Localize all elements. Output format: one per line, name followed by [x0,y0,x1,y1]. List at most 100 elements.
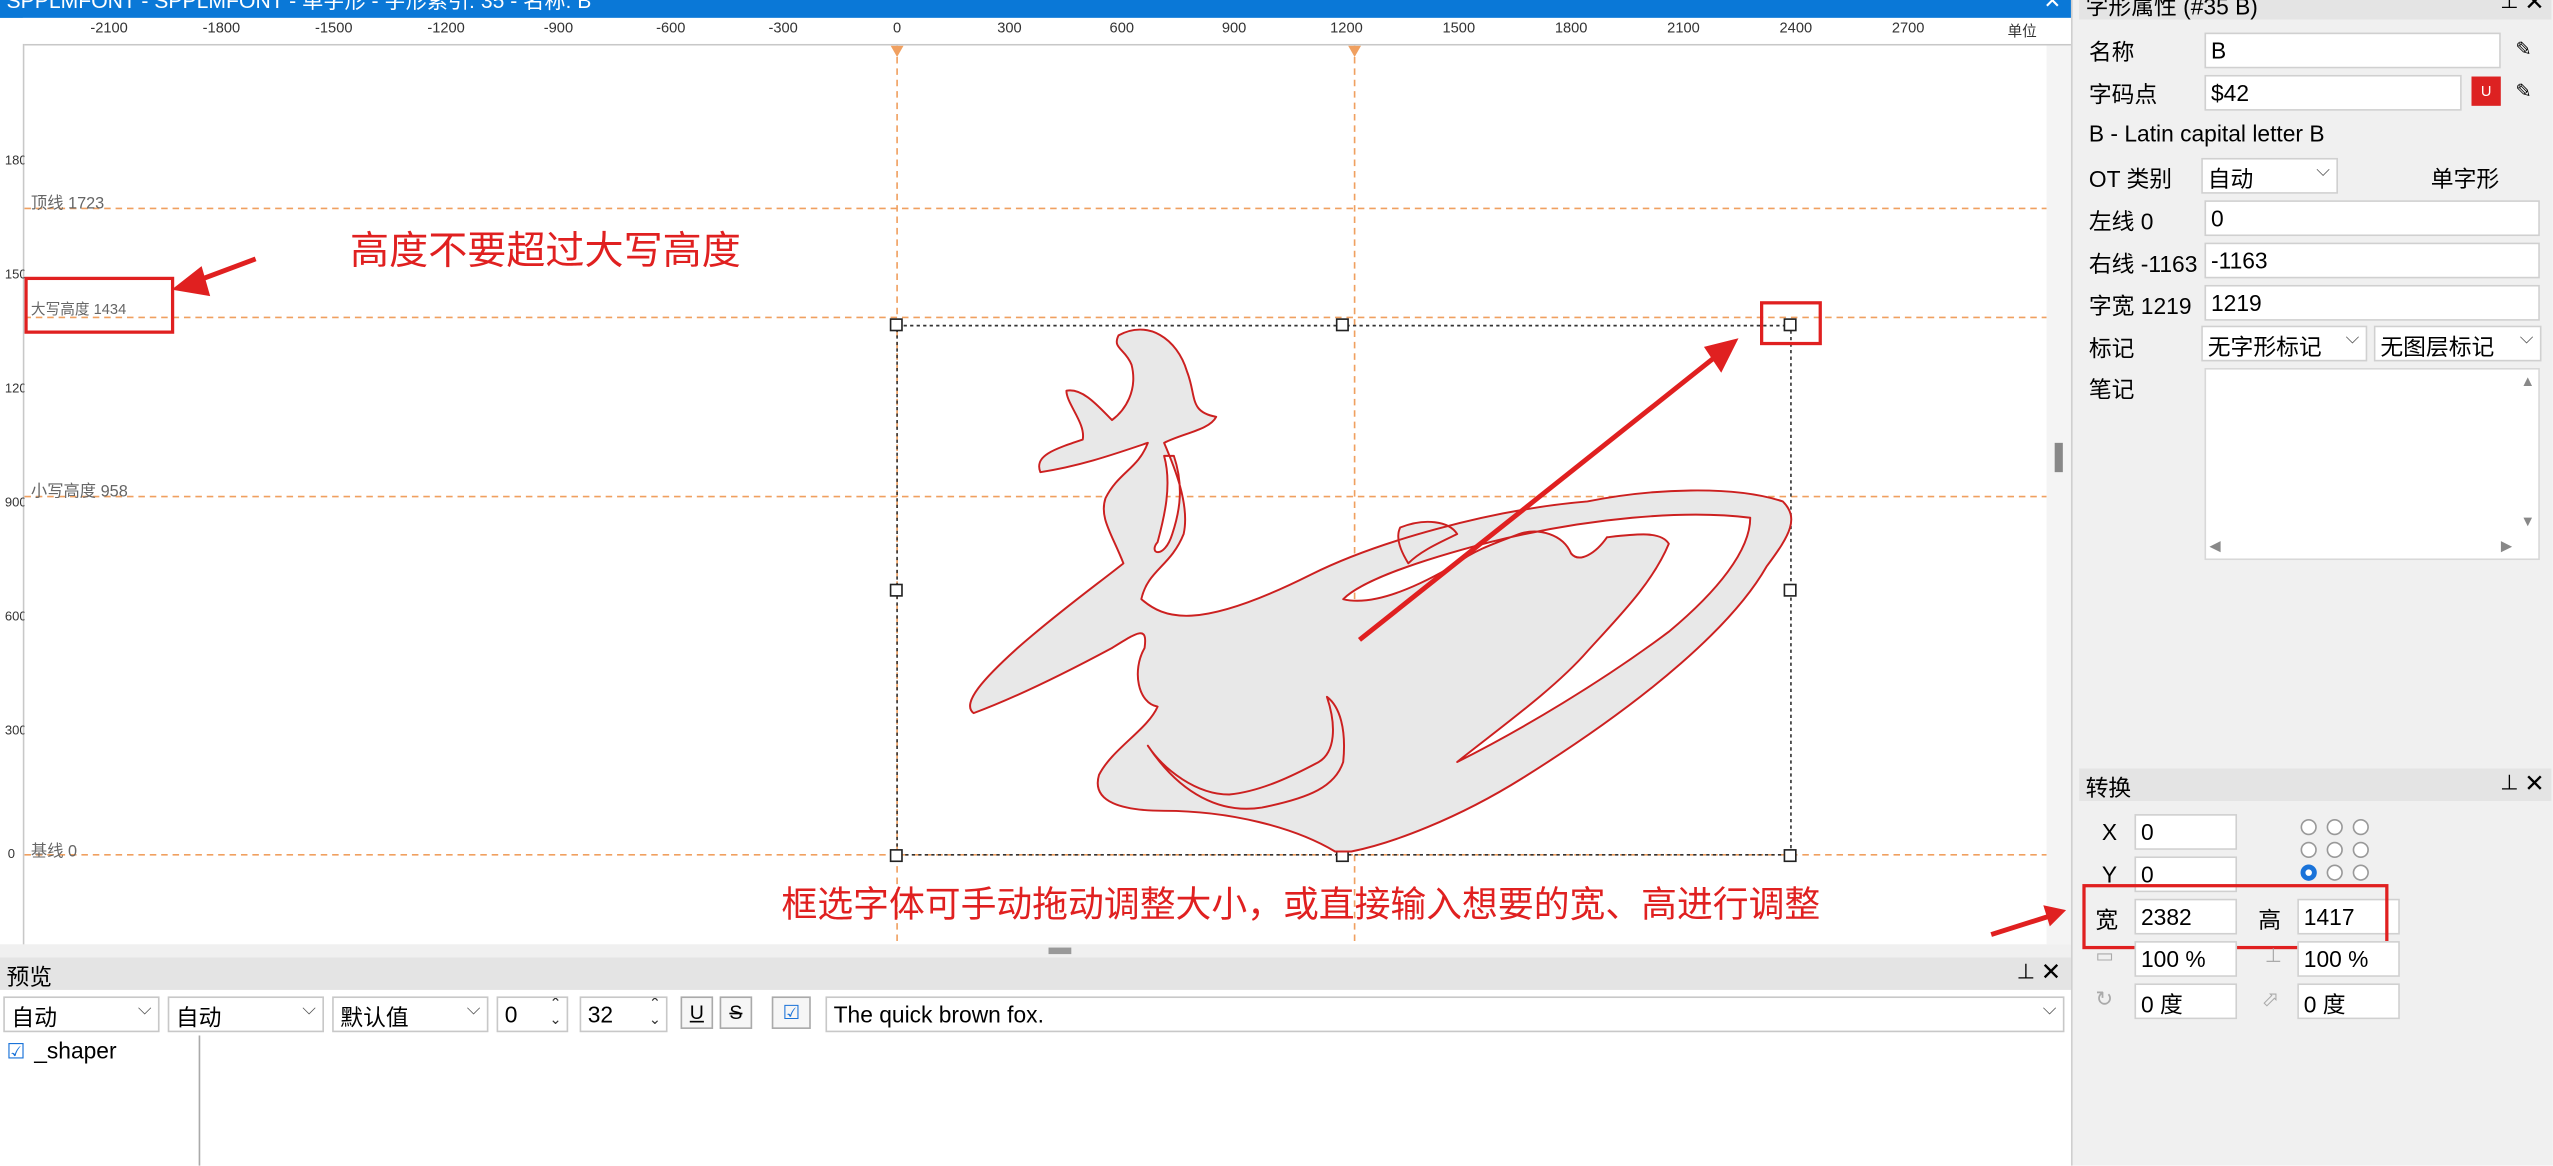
scale-x-field[interactable]: 100 % [2134,941,2238,977]
codepoint-label: 字码点 [2088,81,2158,108]
size-value: 32 [587,1001,614,1028]
pin-icon[interactable]: ⊥ [2017,959,2035,985]
x-label: X [2101,818,2118,845]
close-icon[interactable]: ✕ [2524,0,2544,16]
ruler-tick: 300 [4,722,27,738]
x-height-label: 小写高度 958 [30,483,128,502]
anchor-radio[interactable] [2300,818,2317,836]
underline-button[interactable]: U [680,996,714,1029]
ruler-tick: -1800 [202,19,241,36]
anchor-radio[interactable] [2326,818,2343,836]
glyph-mark-select[interactable]: 无字形标记 ⌵ [2201,325,2368,362]
ruler-tick: 900 [4,494,27,510]
glyph-canvas[interactable]: 顶线 1723 大写高度 1434 小写高度 958 基线 0 高度不要超过大写… [24,45,2047,945]
app-window: SPPLMFONT - SPPLMFONT - 单字形 - 字形索引: 35 -… [0,0,2553,1166]
stepper-arrows-icon[interactable]: ⌃ ⌄ [649,998,661,1027]
splitter-grip[interactable] [1048,947,1072,955]
advance-width-field[interactable]: 1219 [2204,284,2540,321]
glyph-props-header: 字形属性 (#35 B) ⊥ ✕ [2079,0,2552,20]
language-select-value: 自动 [175,1004,222,1031]
anchor-radio[interactable] [2300,841,2317,859]
anchor-radio-selected[interactable] [2300,864,2317,881]
edit-icon[interactable]: ✎ [2509,77,2538,106]
spacing-value: 0 [504,1001,518,1028]
slant-field[interactable]: 0 度 [2297,983,2400,1020]
canvas-scrollbar[interactable] [2046,45,2071,945]
scrollbar-thumb[interactable] [2054,442,2063,473]
size-stepper[interactable]: 32 ⌃ ⌄ [579,996,668,1033]
layer-mark-select[interactable]: 无图层标记 ⌵ [2373,325,2542,362]
codepoint-field[interactable]: $42 [2204,74,2462,111]
anchor-radio[interactable] [2326,864,2343,881]
left-bearing-field[interactable]: 0 [2204,200,2540,237]
sample-text-value: The quick brown fox. [833,1001,1044,1028]
window-title: SPPLMFONT - SPPLMFONT - 单字形 - 字形索引: 35 -… [6,0,592,14]
ruler-tick: -900 [543,19,574,36]
feature-select[interactable]: 默认值 ⌵ [332,996,489,1033]
rotate-field[interactable]: 0 度 [2134,983,2238,1020]
close-icon[interactable]: ✕ [2524,768,2544,798]
ruler-tick: 1800 [4,153,34,168]
splitter[interactable] [0,944,2071,958]
language-select[interactable]: 自动 ⌵ [167,996,324,1033]
slant-icon: ⬀ [2261,986,2280,1012]
pin-icon[interactable]: ⊥ [2500,770,2518,796]
vertical-ruler: 1800 1500 1200 900 600 300 0 [0,43,34,956]
annotation-arrow [1990,905,2067,937]
ruler-tick: 900 [1221,19,1247,36]
chevron-down-icon: ⌵ [2042,999,2057,1020]
close-icon[interactable]: ✕ [2041,957,2061,987]
size-highlight [2082,884,2389,950]
horizontal-ruler: -2100 -1800 -1500 -1200 -900 -600 -300 0… [22,17,2071,46]
ascender-label: 顶线 1723 [30,195,105,214]
anchor-radio[interactable] [2352,818,2369,836]
shaper-label: _shaper [34,1037,117,1064]
stepper-arrows-icon[interactable]: ⌃ ⌄ [549,998,561,1027]
scroll-right-icon[interactable]: ▶ [2501,537,2512,555]
right-bearing-field[interactable]: -1163 [2204,242,2540,279]
scale-y-icon: ⊥ [2264,944,2282,968]
chevron-down-icon: ⌵ [466,999,481,1020]
unicode-icon[interactable]: U [2471,76,2501,106]
close-icon[interactable]: ✕ [2043,0,2061,11]
advance-width-label: 字宽 1219 [2088,293,2192,320]
name-label: 名称 [2088,39,2135,66]
script-select[interactable]: 自动 ⌵ [3,996,160,1033]
name-field[interactable]: B [2204,32,2501,69]
spacing-stepper[interactable]: 0 ⌃ ⌄ [496,996,569,1033]
ot-class-select[interactable]: 自动 ⌵ [2201,157,2338,194]
ruler-tick: 2400 [1779,19,1813,36]
ruler-tick: 300 [997,19,1022,36]
anchor-radio[interactable] [2326,841,2343,859]
scroll-down-icon[interactable]: ▼ [2520,513,2535,529]
checkbox-toggle-icon[interactable]: ☑ [771,996,811,1029]
layer-mark-value: 无图层标记 [2380,333,2495,360]
ruler-tick: 600 [4,608,27,624]
pin-icon[interactable]: ⊥ [2500,0,2518,15]
ruler-unit-label: 单位 [2007,22,2037,40]
x-field[interactable]: 0 [2134,814,2238,850]
glyph-props-title: 字形属性 (#35 B) [2085,0,2258,20]
ruler-tick: 1800 [1554,19,1588,36]
properties-panel: 字形属性 (#35 B) ⊥ ✕ 名称 B ✎ 字码点 $42 U ✎ B - … [1990,0,2553,1166]
chevron-down-icon: ⌵ [2519,328,2534,349]
scroll-up-icon[interactable]: ▲ [2520,373,2535,389]
anchor-radio[interactable] [2352,841,2369,859]
anchor-radio[interactable] [2352,864,2369,881]
edit-icon[interactable]: ✎ [2509,34,2538,63]
ruler-tick: -600 [656,19,686,36]
note-textarea[interactable]: ▲ ▼ ◀ ▶ [2204,367,2540,561]
shaper-list: ☑ _shaper [0,1035,201,1166]
checkbox-checked-icon[interactable]: ☑ [7,1039,26,1065]
scroll-left-icon[interactable]: ◀ [2209,537,2220,555]
baseline-label: 基线 0 [30,843,78,862]
ruler-tick: 0 [7,846,16,862]
preview-header: 预览 ⊥ ✕ [0,957,2071,990]
scale-y-field[interactable]: 100 % [2297,941,2400,977]
feature-select-value: 默认值 [340,1004,409,1031]
strikethrough-button[interactable]: S [719,996,753,1029]
chevron-down-icon: ⌵ [2345,328,2360,349]
glyph-outline [969,328,1793,853]
right-bearing-label: 右线 -1163 [2088,250,2198,277]
sample-text-input[interactable]: The quick brown fox. ⌵ [825,996,2065,1033]
